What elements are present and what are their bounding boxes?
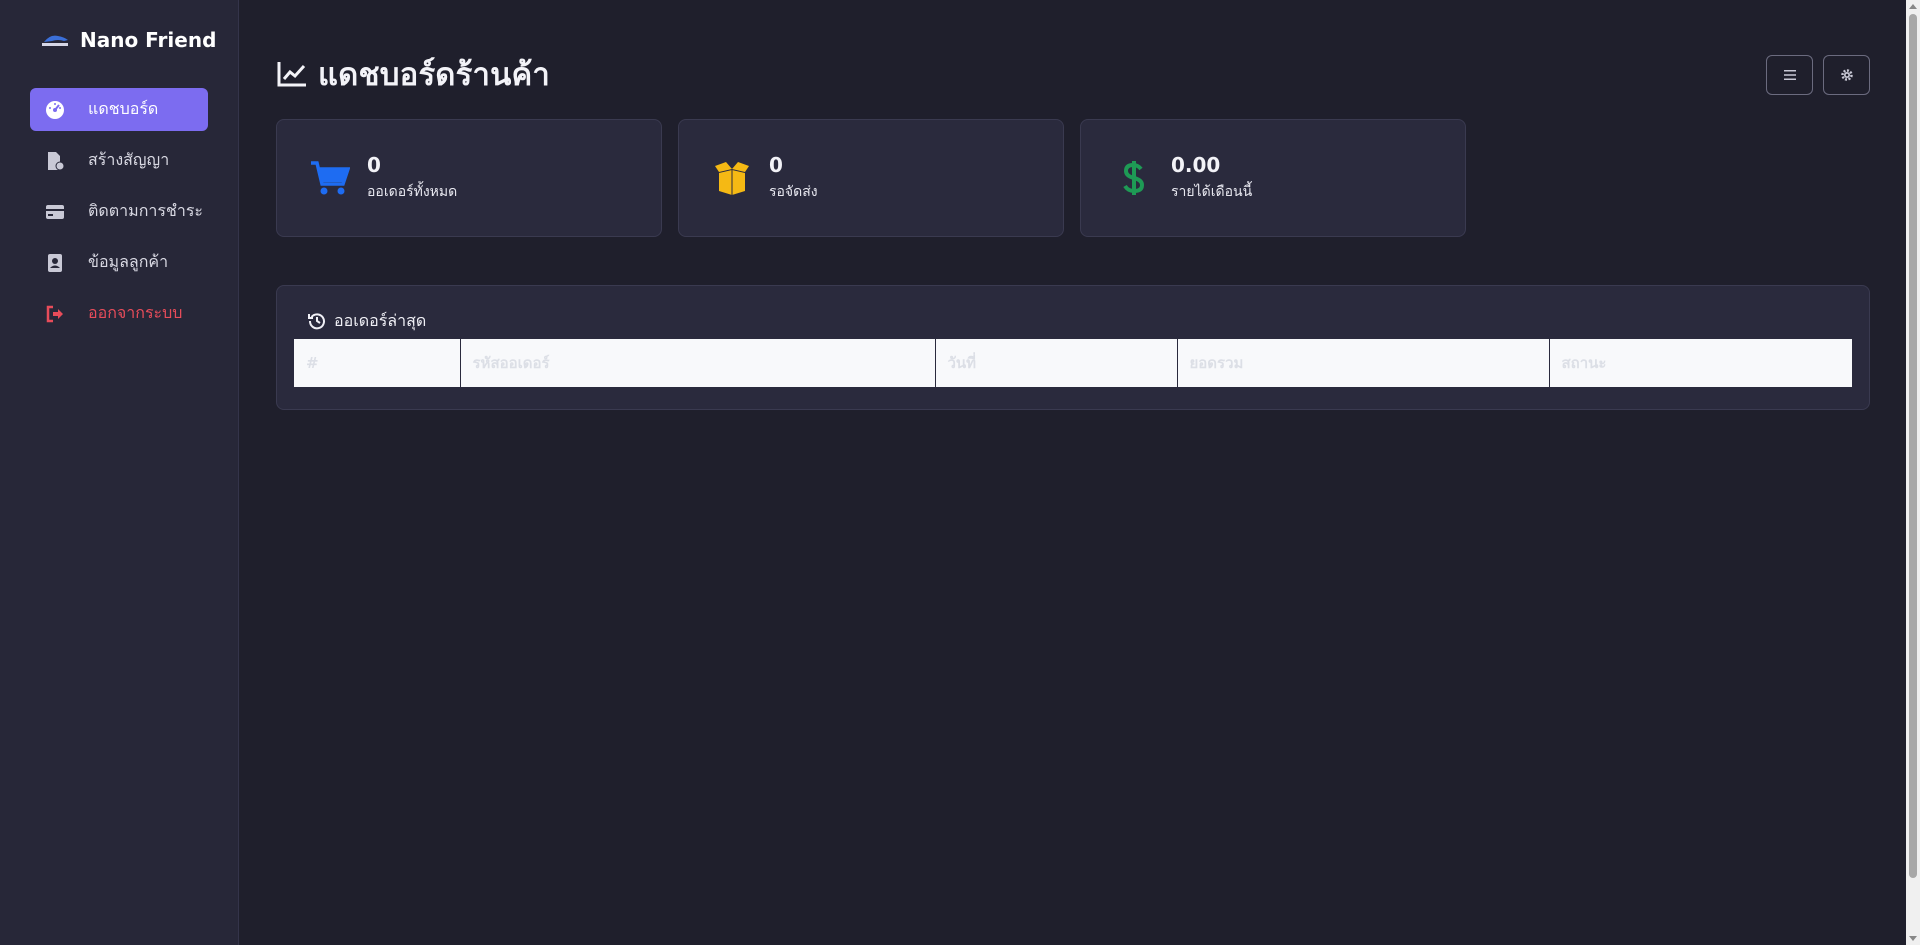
app-root: Nano Friend แดชบอร์ด สร้างสัญญา ติดตามกา… — [0, 0, 1920, 945]
history-icon — [308, 313, 325, 330]
sidebar-item-label: ข้อมูลลูกค้า — [88, 252, 169, 271]
brand[interactable]: Nano Friend — [0, 28, 238, 52]
cart-icon — [311, 161, 350, 195]
sidebar-item-label: ออกจากระบบ — [88, 303, 183, 322]
stat-value: 0 — [367, 153, 381, 177]
stat-card-pending-shipment: 0 รอจัดส่ง — [678, 119, 1064, 237]
main-content: แดชบอร์ดร้านค้า 0 ออเดอร์ทั้งหมด 0 รอจัด… — [239, 0, 1920, 945]
menu-toggle-button[interactable] — [1766, 55, 1813, 95]
stat-label: รายได้เดือนนี้ — [1171, 184, 1253, 200]
sidebar-item-dashboard[interactable]: แดชบอร์ด — [30, 88, 208, 131]
stat-value: 0.00 — [1171, 153, 1221, 177]
orders-table: # รหัสออเดอร์ วันที่ ยอดรวม สถานะ — [294, 339, 1852, 387]
file-contract-icon — [44, 150, 66, 172]
scroll-up-arrow[interactable] — [1909, 4, 1917, 9]
stat-card-monthly-revenue: 0.00 รายได้เดือนนี้ — [1080, 119, 1466, 237]
brand-name: Nano Friend — [80, 28, 217, 52]
header-actions — [1766, 55, 1870, 95]
recent-orders-header: ออเดอร์ล่าสุด — [294, 310, 1852, 332]
sidebar-nav: แดชบอร์ด สร้างสัญญา ติดตามการชำระ ข้อมูล… — [0, 88, 238, 335]
stat-label: รอจัดส่ง — [769, 184, 818, 200]
recent-orders-title: ออเดอร์ล่าสุด — [334, 310, 427, 330]
stats-row: 0 ออเดอร์ทั้งหมด 0 รอจัดส่ง 0.00 รายได้เ… — [276, 119, 1466, 237]
address-book-icon — [44, 252, 66, 274]
table-header-row: # รหัสออเดอร์ วันที่ ยอดรวม สถานะ — [294, 339, 1852, 387]
col-header-status[interactable]: สถานะ — [1549, 339, 1852, 387]
col-header-order-id[interactable]: รหัสออเดอร์ — [460, 339, 936, 387]
sidebar-item-payment-tracking[interactable]: ติดตามการชำระ — [30, 190, 208, 233]
recent-orders-card: ออเดอร์ล่าสุด # รหัสออเดอร์ วันที่ ยอดรว… — [276, 285, 1870, 410]
col-header-number[interactable]: # — [294, 339, 461, 387]
hamburger-menu-icon — [1783, 70, 1796, 80]
settings-button[interactable] — [1823, 55, 1870, 95]
sidebar-item-label: ติดตามการชำระ — [88, 201, 203, 220]
credit-card-icon — [44, 201, 66, 223]
dashboard-gauge-icon — [44, 99, 66, 121]
vertical-scrollbar[interactable] — [1906, 0, 1920, 945]
line-chart-icon — [277, 62, 306, 87]
sidebar-item-logout[interactable]: ออกจากระบบ — [30, 292, 208, 335]
col-header-total[interactable]: ยอดรวม — [1177, 339, 1550, 387]
logout-icon — [44, 303, 66, 325]
stat-label: ออเดอร์ทั้งหมด — [367, 184, 458, 200]
sidebar-item-label: สร้างสัญญา — [88, 150, 170, 169]
sidebar-item-label: แดชบอร์ด — [88, 99, 159, 118]
box-open-icon — [715, 162, 749, 195]
sidebar: Nano Friend แดชบอร์ด สร้างสัญญา ติดตามกา… — [0, 0, 239, 945]
sidebar-item-create-contract[interactable]: สร้างสัญญา — [30, 139, 208, 182]
stat-value: 0 — [769, 153, 783, 177]
page-title: แดชบอร์ดร้านค้า — [318, 57, 551, 93]
col-header-date[interactable]: วันที่ — [935, 339, 1178, 387]
sidebar-item-customer-info[interactable]: ข้อมูลลูกค้า — [30, 241, 208, 284]
nano-logo — [42, 35, 68, 46]
dollar-icon — [1123, 161, 1145, 195]
settings-gear-icon — [1840, 69, 1853, 81]
scroll-thumb[interactable] — [1909, 14, 1917, 878]
stat-card-total-orders: 0 ออเดอร์ทั้งหมด — [276, 119, 662, 237]
page-header: แดชบอร์ดร้านค้า — [276, 53, 550, 95]
scroll-down-arrow[interactable] — [1909, 936, 1917, 941]
